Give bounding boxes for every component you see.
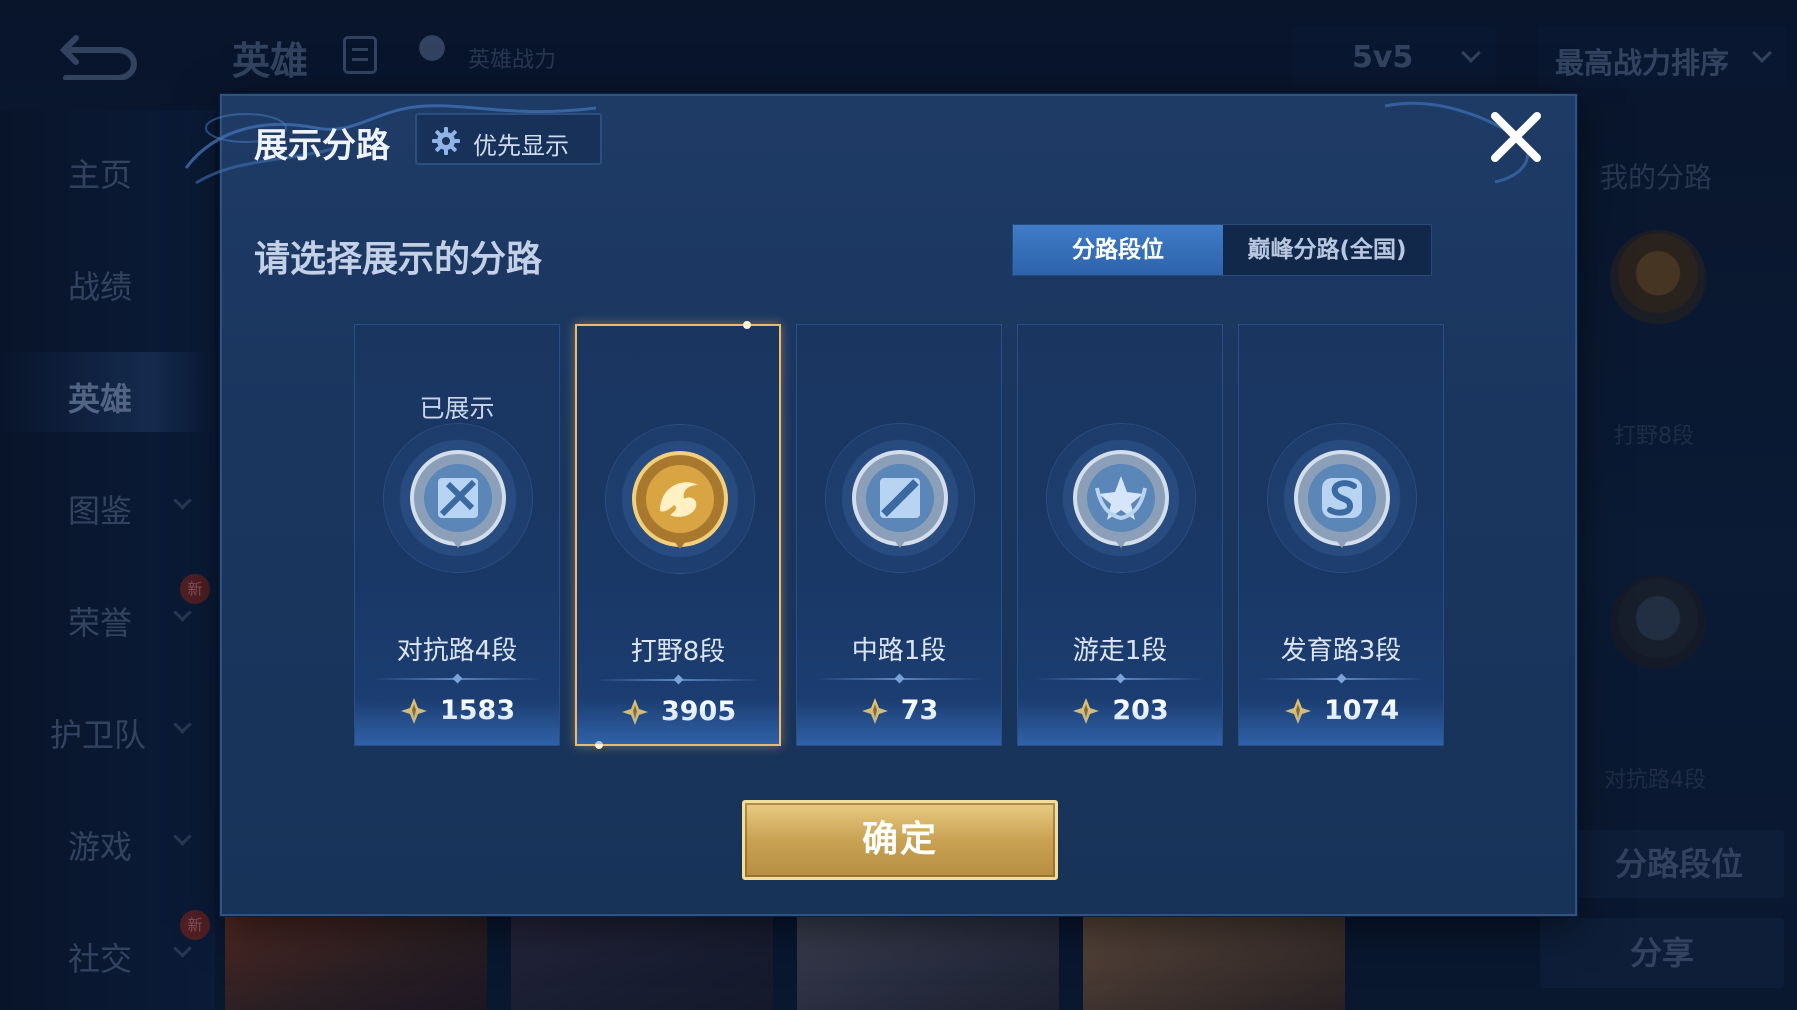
card-glow bbox=[1018, 699, 1222, 745]
lane-card-farm[interactable]: 发育路3段 1074 bbox=[1238, 324, 1444, 746]
displayed-status: 已展示 bbox=[419, 394, 495, 423]
cloud-ornament bbox=[1384, 101, 1529, 184]
tab-lane-rank[interactable]: 分路段位 bbox=[1013, 225, 1223, 275]
jungle-dragon-icon bbox=[632, 451, 728, 549]
tab-peak-lane-national[interactable]: 巅峰分路(全国) bbox=[1223, 225, 1431, 275]
card-divider bbox=[815, 678, 983, 680]
gear-icon bbox=[432, 127, 460, 155]
lane-card-list: 已展示 对抗路4段 1583 bbox=[354, 321, 1444, 749]
card-divider bbox=[1036, 678, 1204, 680]
confirm-button-label: 确定 bbox=[861, 819, 938, 860]
lane-rank-name: 打野8段 bbox=[630, 637, 726, 667]
card-divider bbox=[373, 678, 541, 680]
lane-card-jungle[interactable]: 打野8段 3905 bbox=[575, 321, 781, 749]
card-divider bbox=[1257, 678, 1425, 680]
card-glow bbox=[577, 698, 779, 744]
card-glow bbox=[1239, 699, 1443, 745]
lane-rank-name: 游走1段 bbox=[1072, 636, 1168, 666]
lane-card-clash[interactable]: 已展示 对抗路4段 1583 bbox=[354, 324, 560, 746]
lane-card-mid[interactable]: 中路1段 73 bbox=[796, 324, 1002, 746]
lane-rank-name: 中路1段 bbox=[851, 636, 947, 666]
clash-lane-icon bbox=[410, 450, 506, 548]
card-glow bbox=[355, 699, 559, 745]
priority-display-label: 优先显示 bbox=[473, 132, 569, 160]
rank-type-tabs: 分路段位 巅峰分路(全国) bbox=[1012, 224, 1432, 276]
lane-rank-name: 发育路3段 bbox=[1280, 636, 1402, 666]
display-lane-dialog: 展示分路 优先显示 请选择展示的分路 分路段位 巅峰分路(全国) 已展示 对抗路… bbox=[184, 94, 1577, 916]
card-divider bbox=[595, 679, 761, 681]
farm-lane-icon bbox=[1294, 450, 1390, 548]
lane-card-roam[interactable]: 游走1段 203 bbox=[1017, 324, 1223, 746]
close-icon[interactable] bbox=[1487, 108, 1545, 166]
confirm-button[interactable]: 确定 bbox=[742, 800, 1058, 880]
lane-rank-name: 对抗路4段 bbox=[396, 636, 518, 666]
card-glow bbox=[797, 699, 1001, 745]
mid-lane-icon bbox=[852, 450, 948, 548]
priority-display-button[interactable]: 优先显示 bbox=[415, 113, 602, 165]
dialog-subtitle: 请选择展示的分路 bbox=[254, 239, 543, 280]
dialog-title: 展示分路 bbox=[254, 126, 390, 166]
selection-sparkle bbox=[743, 321, 751, 329]
roam-icon bbox=[1073, 450, 1169, 548]
